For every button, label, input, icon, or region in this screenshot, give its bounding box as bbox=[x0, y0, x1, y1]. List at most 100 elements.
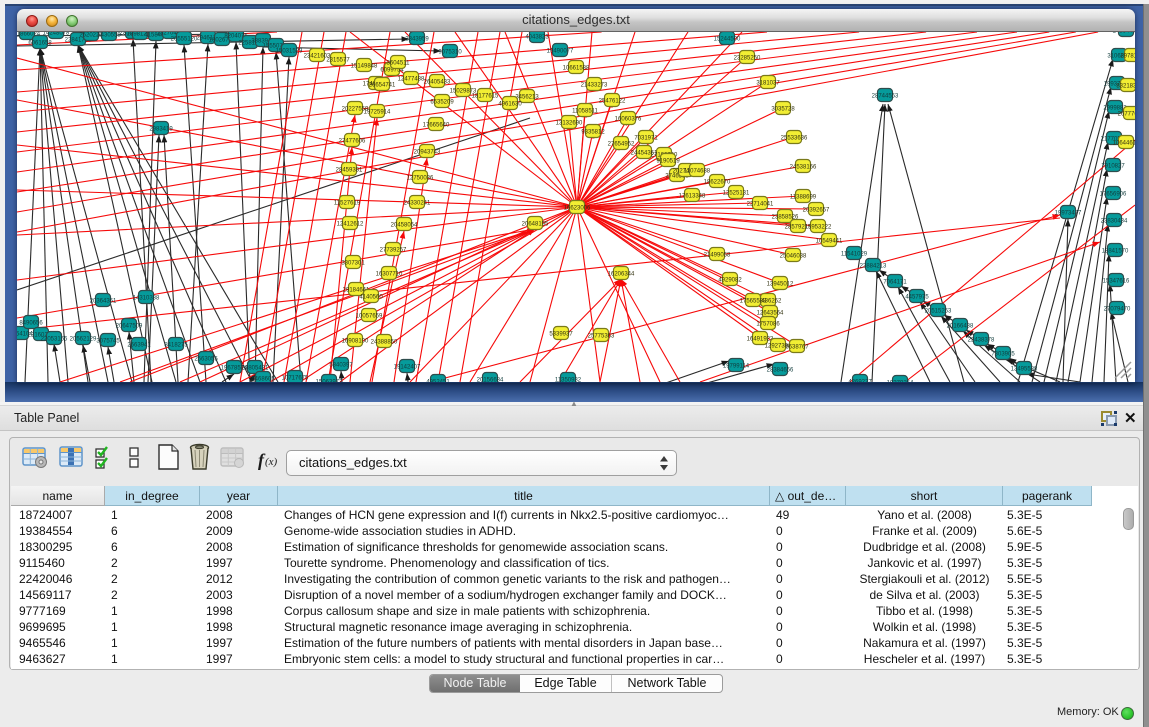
svg-text:29805421: 29805421 bbox=[242, 366, 269, 372]
svg-text:25533636: 25533636 bbox=[781, 136, 808, 142]
svg-text:20943743: 20943743 bbox=[414, 150, 441, 156]
svg-text:4269227: 4269227 bbox=[848, 380, 872, 383]
svg-text:27739257: 27739257 bbox=[380, 248, 407, 254]
svg-text:9075310: 9075310 bbox=[438, 50, 462, 56]
svg-text:4961630: 4961630 bbox=[498, 102, 522, 108]
svg-text:3456213: 3456213 bbox=[515, 95, 539, 101]
svg-text:4457975: 4457975 bbox=[905, 295, 929, 301]
svg-text:13945012: 13945012 bbox=[767, 282, 794, 288]
svg-text:6535209: 6535209 bbox=[430, 100, 454, 106]
svg-text:25476122: 25476122 bbox=[599, 99, 626, 105]
svg-text:3035728: 3035728 bbox=[771, 107, 795, 113]
svg-text:10661588: 10661588 bbox=[563, 66, 590, 72]
svg-text:5468605: 5468605 bbox=[251, 377, 275, 383]
svg-text:20458054: 20458054 bbox=[391, 223, 418, 229]
svg-text:28459381: 28459381 bbox=[336, 168, 363, 174]
svg-text:7910827: 7910827 bbox=[1101, 164, 1125, 170]
svg-text:21433273: 21433273 bbox=[581, 83, 608, 89]
svg-text:19379254: 19379254 bbox=[887, 381, 914, 383]
svg-text:20562129: 20562129 bbox=[70, 337, 97, 343]
svg-text:27477606: 27477606 bbox=[339, 139, 366, 145]
svg-text:11388699: 11388699 bbox=[790, 195, 817, 201]
svg-text:12643564: 12643564 bbox=[757, 311, 784, 317]
svg-text:18622670: 18622670 bbox=[704, 180, 731, 186]
svg-text:23830434: 23830434 bbox=[1101, 219, 1128, 225]
svg-text:20647509: 20647509 bbox=[116, 324, 143, 330]
svg-text:24538166: 24538166 bbox=[790, 165, 817, 171]
svg-text:2663941: 2663941 bbox=[127, 343, 151, 349]
svg-text:13495588: 13495588 bbox=[1011, 367, 1038, 373]
svg-text:17665640: 17665640 bbox=[423, 123, 450, 129]
svg-text:26654741: 26654741 bbox=[369, 83, 396, 89]
svg-text:15031529: 15031529 bbox=[276, 49, 303, 55]
svg-text:28384656: 28384656 bbox=[767, 368, 794, 374]
svg-text:4952451: 4952451 bbox=[426, 380, 450, 383]
svg-text:7303905: 7303905 bbox=[991, 352, 1015, 358]
svg-text:20166438: 20166438 bbox=[947, 324, 974, 330]
svg-text:17656906: 17656906 bbox=[1100, 192, 1127, 198]
svg-text:19799114: 19799114 bbox=[723, 364, 750, 370]
svg-text:10644615: 10644615 bbox=[1113, 141, 1135, 147]
svg-text:15029873: 15029873 bbox=[450, 89, 477, 95]
svg-text:15063972: 15063972 bbox=[316, 380, 343, 383]
svg-text:27079470: 27079470 bbox=[1104, 307, 1131, 313]
svg-text:3181037: 3181037 bbox=[756, 81, 780, 87]
svg-text:19973477: 19973477 bbox=[1055, 211, 1082, 217]
svg-text:15953222: 15953222 bbox=[805, 225, 832, 231]
svg-text:16623006: 16623006 bbox=[564, 206, 591, 212]
svg-text:17613348: 17613348 bbox=[679, 194, 706, 200]
svg-text:16307710: 16307710 bbox=[376, 272, 403, 278]
svg-text:14310388: 14310388 bbox=[133, 296, 160, 302]
svg-text:11074688: 11074688 bbox=[684, 169, 711, 175]
svg-text:19490077: 19490077 bbox=[547, 49, 574, 55]
svg-text:3307301: 3307301 bbox=[341, 261, 365, 267]
svg-text:11058511: 11058511 bbox=[572, 109, 598, 115]
svg-text:25775363: 25775363 bbox=[588, 334, 615, 340]
svg-text:8321837: 8321837 bbox=[1116, 84, 1135, 90]
svg-text:3430558: 3430558 bbox=[97, 33, 121, 39]
svg-text:15347616: 15347616 bbox=[1103, 279, 1130, 285]
svg-text:16060376: 16060376 bbox=[615, 117, 642, 123]
svg-text:24330241: 24330241 bbox=[404, 201, 431, 207]
svg-text:24388850: 24388850 bbox=[371, 340, 398, 346]
svg-text:2563055: 2563055 bbox=[194, 357, 218, 363]
svg-text:11350932: 11350932 bbox=[555, 378, 582, 383]
svg-text:26777621: 26777621 bbox=[1118, 112, 1135, 118]
svg-text:12525131: 12525131 bbox=[723, 191, 750, 197]
svg-text:25046038: 25046038 bbox=[780, 254, 807, 260]
svg-text:8418275: 8418275 bbox=[164, 343, 188, 349]
svg-text:26405433: 26405433 bbox=[424, 80, 451, 86]
svg-text:9190519: 9190519 bbox=[656, 159, 680, 165]
svg-text:7064171: 7064171 bbox=[883, 280, 907, 286]
svg-text:13132690: 13132690 bbox=[556, 121, 583, 127]
svg-text:10057659: 10057659 bbox=[356, 314, 383, 320]
svg-text:6061658: 6061658 bbox=[28, 41, 52, 47]
svg-text:20392657: 20392657 bbox=[803, 208, 830, 214]
svg-text:10717675: 10717675 bbox=[282, 376, 309, 382]
svg-text:3604511: 3604511 bbox=[387, 61, 411, 67]
svg-text:20227559: 20227559 bbox=[342, 107, 369, 113]
svg-text:5840397: 5840397 bbox=[329, 363, 353, 369]
svg-text:11527619: 11527619 bbox=[334, 201, 361, 207]
svg-text:11541029: 11541029 bbox=[841, 252, 868, 258]
svg-text:22714041: 22714041 bbox=[747, 202, 774, 208]
svg-text:8490656: 8490656 bbox=[19, 321, 43, 327]
svg-text:2978182: 2978182 bbox=[1120, 54, 1135, 60]
svg-text:20364361: 20364361 bbox=[90, 299, 117, 305]
svg-text:23421603: 23421603 bbox=[304, 54, 331, 60]
svg-text:3343959: 3343959 bbox=[405, 37, 429, 43]
svg-text:2983419: 2983419 bbox=[149, 127, 173, 133]
svg-text:5339937: 5339937 bbox=[549, 332, 573, 338]
svg-text:(x): (x) bbox=[265, 456, 278, 468]
svg-text:4140560: 4140560 bbox=[359, 295, 383, 301]
svg-text:4929082: 4929082 bbox=[718, 278, 742, 284]
svg-text:17565588: 17565588 bbox=[740, 299, 767, 305]
svg-text:14248078: 14248078 bbox=[43, 32, 70, 37]
svg-text:12750036: 12750036 bbox=[407, 176, 434, 182]
svg-text:12412612: 12412612 bbox=[337, 222, 364, 228]
svg-text:3075745: 3075745 bbox=[96, 339, 120, 345]
svg-text:20515263: 20515263 bbox=[925, 309, 952, 315]
svg-text:18841570: 18841570 bbox=[1102, 249, 1129, 255]
svg-text:16908100: 16908100 bbox=[342, 339, 369, 345]
svg-text:10549441: 10549441 bbox=[816, 239, 843, 245]
